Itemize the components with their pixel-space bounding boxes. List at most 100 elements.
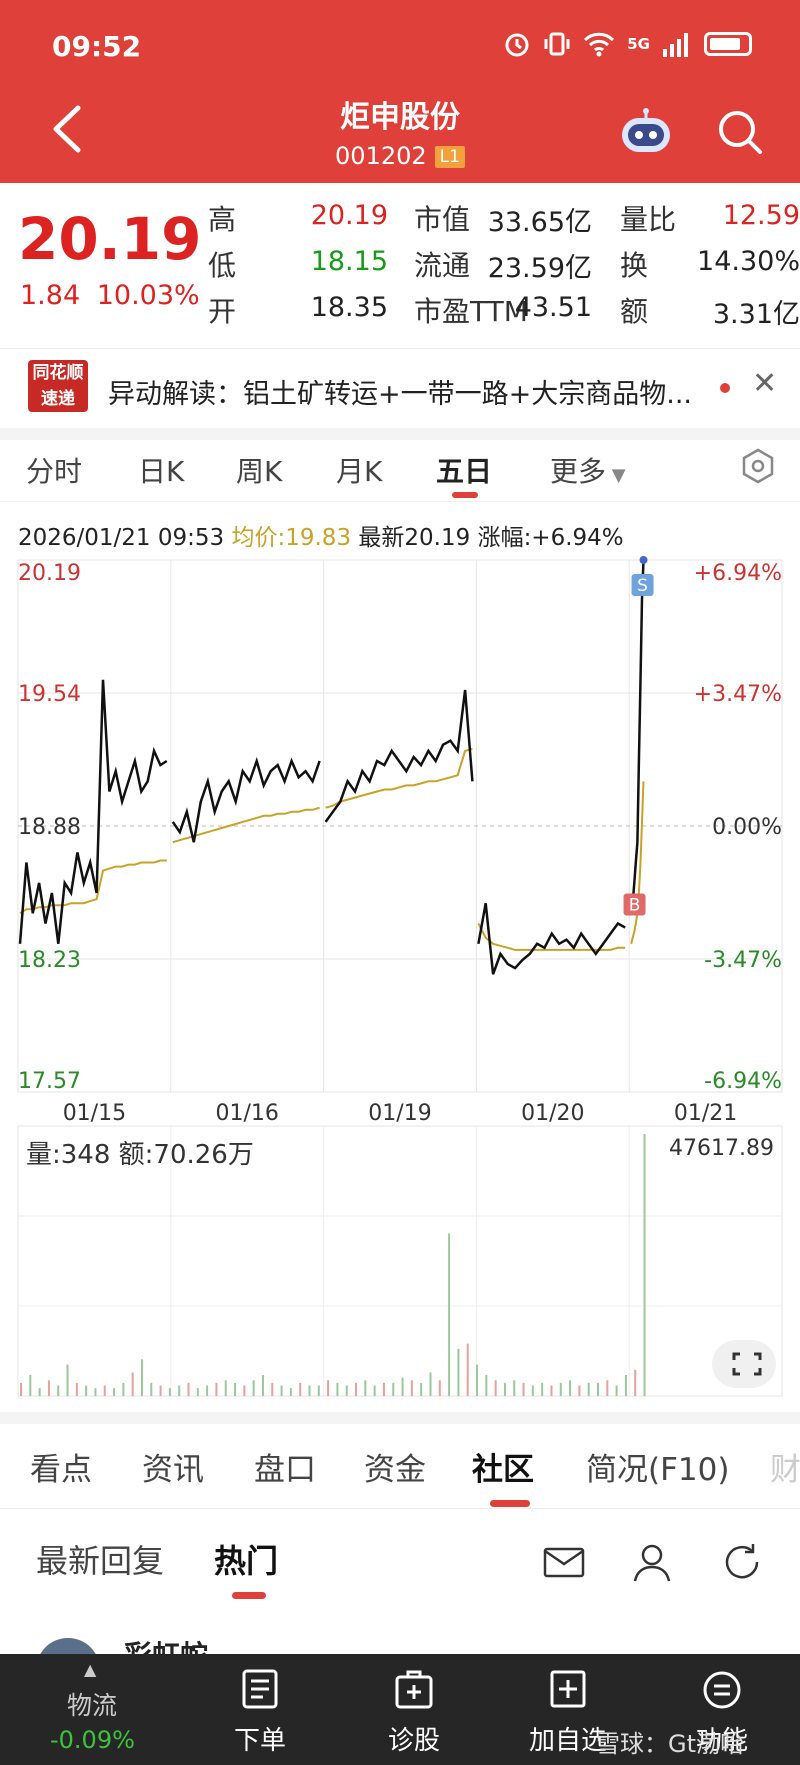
stat-label: 低 [208,249,237,282]
tab-more[interactable]: 更多 ▼ [550,450,626,490]
nav-diagnose-label: 诊股 [387,1726,440,1756]
series-line [324,689,474,823]
stat-label: 换 [620,249,649,282]
watchlist-change: -0.09% [50,1726,135,1754]
caret-down-icon: ▼ [606,465,626,486]
stock-name: 炬申股份 [340,100,460,135]
pct-tick-label: 0.00% [712,815,782,840]
sell-marker-label: S [637,576,648,596]
news-logo-line2: 速递 [41,389,75,409]
stat-value: 23.59亿 [487,253,592,284]
tab-weekly-k[interactable]: 周K [236,450,282,490]
robot-assistant-icon[interactable] [618,108,674,156]
tab-timeshare[interactable]: 分时 [26,450,82,490]
tab-finance[interactable]: 财 [770,1444,800,1489]
alarm-icon [505,33,529,57]
price-tick-label: 17.57 [18,1069,81,1094]
stat-value: 18.35 [310,292,388,323]
tab-monthly-k[interactable]: 月K [336,450,382,490]
search-icon[interactable] [716,108,764,156]
expand-icon [732,1352,762,1376]
stat-value: 3.31亿 [712,299,800,330]
subtab-hot[interactable]: 热门 [214,1536,278,1582]
news-headline[interactable]: 异动解读：铝土矿转运+一带一路+大宗商品物... [108,372,728,411]
pct-tick-label: -6.94% [704,1069,782,1094]
active-subtab-indicator [232,1592,266,1599]
news-logo: 同花顺 速递 [28,360,88,412]
stat-value: 14.30% [697,246,800,277]
amount-label: 额:70.26万 [118,1140,254,1170]
stat-label: 开 [208,295,237,328]
status-time: 09:52 [52,30,142,63]
order-icon [242,1669,278,1709]
x-tick-label: 01/16 [215,1101,278,1126]
close-icon[interactable]: ✕ [752,366,777,401]
app-header: 09:52 5G 炬申股份 001202 L1 [0,0,800,183]
volume-info: 量:348 额:70.26万 [26,1134,254,1171]
refresh-icon[interactable] [720,1540,764,1584]
change-amount: 1.84 [20,280,81,311]
divider [0,1412,800,1424]
pct-tick-label: -3.47% [704,948,782,973]
series-line [477,902,626,975]
stat-value: 33.65亿 [487,207,592,238]
signal-icon [663,33,688,57]
stat-label: 高 [208,203,237,236]
diagnose-icon [395,1670,433,1709]
nav-order-label: 下单 [233,1726,286,1756]
mail-icon[interactable] [542,1540,586,1584]
tab-news[interactable]: 资讯 [142,1444,204,1489]
x-tick-label: 01/15 [63,1101,126,1126]
user-icon[interactable] [630,1540,674,1584]
stat-label: 额 [620,295,649,328]
volume-label: 量:348 [26,1140,111,1170]
buy-marker-label: B [629,895,641,915]
price-tick-label: 18.23 [18,948,81,973]
tab-f10[interactable]: 简况(F10) [586,1444,729,1489]
watchlist-arrow-icon: ▲ [84,1660,97,1679]
tab-orderbook[interactable]: 盘口 [254,1444,316,1489]
series-line [18,679,168,944]
watermark: 雪球：Gt渤咍 [596,1730,745,1758]
menu-circle-icon [703,1671,741,1709]
current-price: 20.19 [18,205,202,273]
level-badge: L1 [434,146,465,168]
add-icon [550,1670,586,1708]
kline-tabbar [0,440,800,502]
price-tick-label: 20.19 [18,561,81,586]
fullscreen-button[interactable] [712,1340,776,1388]
tab-five-day[interactable]: 五日 [436,450,492,490]
active-tab-indicator [490,1500,530,1507]
x-tick-label: 01/19 [368,1101,431,1126]
series-line [325,747,473,809]
tab-more-label: 更多 [550,455,607,488]
nav-order[interactable]: 下单 [195,1654,325,1765]
volume-max: 47617.89 [669,1136,774,1161]
stat-value: 20.19 [310,200,388,231]
tab-funds[interactable]: 资金 [364,1444,426,1489]
subtab-latest-reply[interactable]: 最新回复 [36,1536,164,1582]
divider [0,1508,800,1509]
tab-daily-k[interactable]: 日K [138,450,184,490]
stat-value: 43.51 [514,292,592,323]
price-change: 1.84 10.03% [20,280,200,311]
tab-highlights[interactable]: 看点 [30,1444,92,1489]
series-line [171,756,321,843]
stat-value: 12.59 [722,200,800,231]
divider [0,428,800,440]
nav-diagnose[interactable]: 诊股 [349,1654,479,1765]
tab-community[interactable]: 社区 [472,1444,534,1489]
series-line [629,559,645,914]
stock-code-row: 001202 L1 [0,142,800,170]
price-tick-label: 18.88 [18,815,81,840]
news-logo-line1: 同花顺 [32,363,84,383]
wifi-icon [584,32,615,57]
latest-point-marker [639,556,648,564]
settings-icon[interactable] [740,448,776,484]
vibrate-icon [544,32,570,56]
status-icons: 5G [503,30,752,58]
watchlist-name[interactable]: 物流 [50,1686,134,1722]
five-day-chart[interactable]: 20.19 +6.94% 19.54 +3.47% 18.88 0.00% 18.23 -3.… [0,500,800,1400]
price-tick-label: 19.54 [18,682,81,707]
stock-code: 001202 [335,142,427,170]
